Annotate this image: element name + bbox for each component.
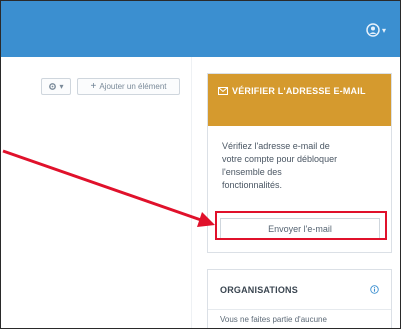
verify-email-card: VÉRIFIER L'ADRESSE E-MAIL Vérifiez l'adr… [207,73,392,253]
app-window: ▾ ▾ + Ajouter un élément VÉRIFIER L'ADRE… [0,0,401,329]
envelope-icon [218,87,228,95]
user-menu-button[interactable]: ▾ [366,21,386,39]
add-element-label: Ajouter un élément [99,82,167,91]
top-navbar: ▾ [1,1,400,57]
verify-email-body: Vérifiez l'adresse e-mail de votre compt… [208,126,391,192]
verify-email-header: VÉRIFIER L'ADRESSE E-MAIL [208,74,391,126]
user-icon [366,23,380,37]
plus-icon: + [90,80,97,92]
settings-dropdown-button[interactable]: ▾ [41,78,71,95]
send-email-label: Envoyer l'e-mail [268,223,332,234]
gear-icon [49,83,57,90]
organisations-card: ORGANISATIONS Vous ne faites partie d'au… [207,269,392,328]
content-divider [191,57,192,328]
info-icon[interactable] [370,285,379,294]
organisations-body: Vous ne faites partie d'aucune [220,315,327,324]
add-element-button[interactable]: + Ajouter un élément [77,78,180,95]
chevron-down-icon: ▾ [59,82,64,91]
verify-email-message: Vérifiez l'adresse e-mail de votre compt… [222,141,338,190]
send-email-button[interactable]: Envoyer l'e-mail [220,218,380,239]
verify-email-title: VÉRIFIER L'ADRESSE E-MAIL [232,86,366,96]
chevron-down-icon: ▾ [381,25,386,35]
organisations-header: ORGANISATIONS [208,270,391,310]
organisations-title: ORGANISATIONS [220,284,298,295]
